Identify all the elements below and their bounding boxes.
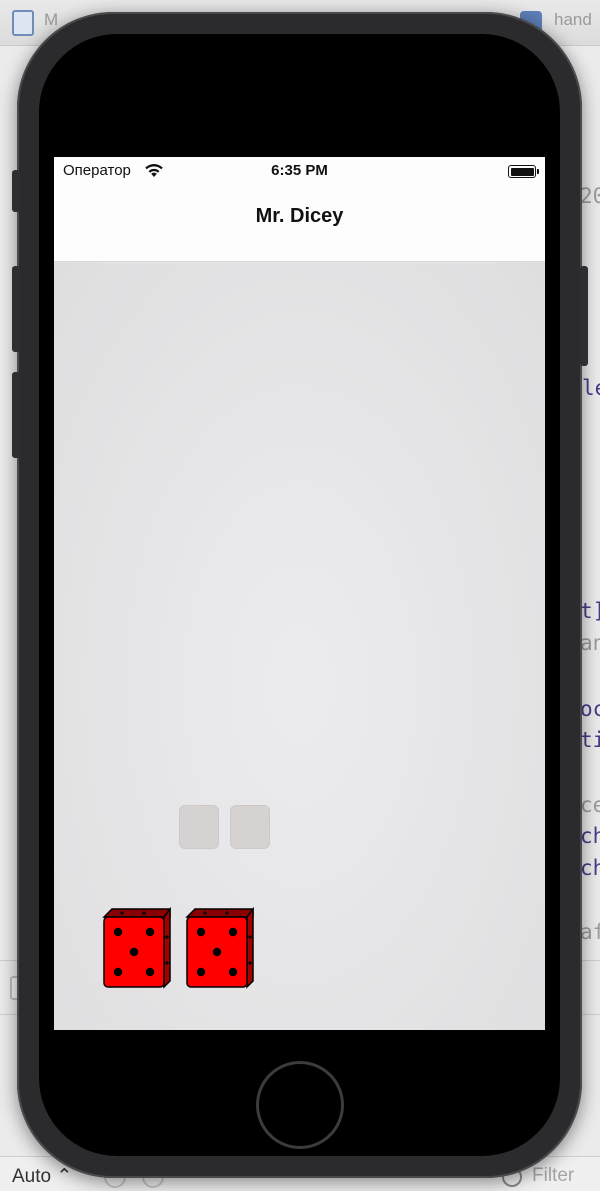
navigation-bar: Mr. Dicey (54, 185, 545, 262)
filter-field[interactable]: Filter (532, 1165, 574, 1187)
ide-breadcrumb-left[interactable]: M (44, 10, 58, 30)
page-title: Mr. Dicey (255, 205, 344, 227)
volume-up-button (12, 266, 20, 352)
volume-down-button (12, 372, 20, 458)
mute-switch (12, 170, 20, 212)
code-fragment: ce (580, 793, 600, 817)
file-icon (12, 10, 34, 36)
ghost-die-1 (179, 805, 219, 849)
battery-level (510, 167, 534, 176)
code-fragment: ch (580, 856, 600, 880)
simulator-screen: Оператор 6:35 PM Mr. Dicey (54, 157, 545, 1030)
code-fragment: ch (580, 824, 600, 848)
battery-full-icon (508, 165, 536, 178)
variables-mode-select[interactable]: Auto ⌃ (12, 1165, 72, 1188)
ide-breadcrumb-right[interactable]: hand (554, 10, 592, 30)
die-2[interactable] (185, 907, 257, 989)
code-fragment: an (580, 631, 600, 655)
status-bar: Оператор 6:35 PM (54, 157, 545, 185)
battery-nub (537, 169, 539, 174)
code-fragment: le (582, 376, 600, 400)
die-1[interactable] (102, 907, 174, 989)
ghost-die-2 (230, 805, 270, 849)
power-button (580, 266, 588, 366)
code-fragment: 20 (580, 184, 600, 208)
code-fragment: oc (580, 697, 600, 721)
code-fragment: ti (580, 728, 600, 752)
home-button-icon[interactable] (256, 1061, 344, 1149)
status-time: 6:35 PM (271, 162, 328, 179)
code-fragment: t] (580, 599, 600, 623)
code-fragment: af (580, 920, 600, 944)
dice-area[interactable] (54, 263, 545, 1030)
